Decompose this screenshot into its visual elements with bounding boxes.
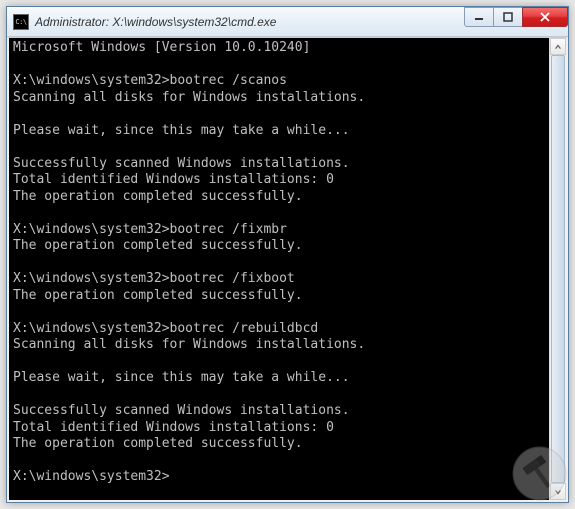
minimize-button[interactable]: [464, 7, 494, 27]
minimize-icon: [474, 12, 484, 22]
close-icon: [540, 12, 550, 22]
chevron-up-icon: [554, 43, 562, 51]
cmd-window: C:\ Administrator: X:\windows\system32\c…: [6, 6, 569, 503]
vertical-scrollbar[interactable]: [549, 38, 566, 500]
console-output[interactable]: Microsoft Windows [Version 10.0.10240] X…: [9, 38, 549, 500]
window-title: Administrator: X:\windows\system32\cmd.e…: [35, 15, 276, 29]
chevron-down-icon: [554, 488, 562, 496]
close-button[interactable]: [522, 7, 568, 27]
window-controls: [465, 7, 568, 27]
scrollbar-track[interactable]: [550, 55, 566, 483]
maximize-button[interactable]: [493, 7, 523, 27]
titlebar[interactable]: C:\ Administrator: X:\windows\system32\c…: [7, 7, 568, 37]
scroll-up-button[interactable]: [550, 38, 566, 55]
scrollbar-thumb[interactable]: [551, 55, 565, 483]
cmd-icon: C:\: [13, 14, 29, 30]
console-area: Microsoft Windows [Version 10.0.10240] X…: [7, 37, 568, 502]
scroll-down-button[interactable]: [550, 483, 566, 500]
maximize-icon: [503, 12, 513, 22]
